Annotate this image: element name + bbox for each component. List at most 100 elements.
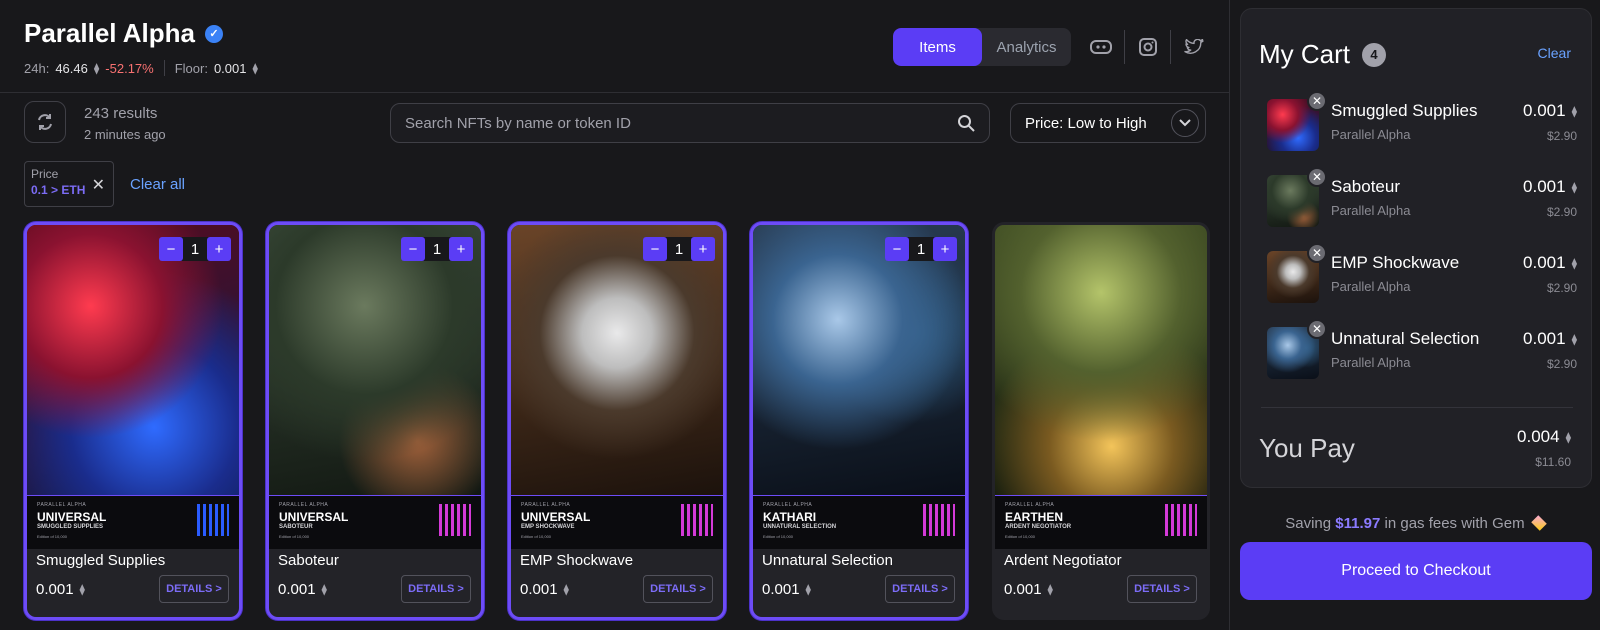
you-pay-label: You Pay [1259, 433, 1355, 463]
stats-divider [163, 60, 165, 76]
quantity-stepper: − 1 + [885, 237, 957, 261]
eth-icon: ⧫ [1571, 333, 1577, 346]
saving-amount: $11.97 [1335, 515, 1381, 532]
sort-label: Price: Low to High [1025, 114, 1147, 132]
card-banner: PARALLEL ALPHA EARTHEN ARDENT NEGOTIATOR… [995, 495, 1207, 549]
last-updated: 2 minutes ago [84, 127, 166, 142]
nft-name: EMP Shockwave [520, 552, 634, 569]
nft-price-value: 0.001 [762, 581, 800, 598]
nft-card[interactable]: − 1 + PARALLEL ALPHA UNIVERSAL SABOTEUR … [266, 222, 484, 620]
refresh-button[interactable] [24, 101, 66, 143]
remove-icon[interactable]: ✕ [1307, 319, 1327, 339]
cart-sidebar: My Cart 4 Clear ✕ Smuggled Supplies Para… [1230, 0, 1600, 630]
instagram-icon[interactable] [1124, 30, 1170, 64]
nft-name: Unnatural Selection [762, 552, 893, 569]
decrement-button[interactable]: − [159, 237, 183, 261]
details-button[interactable]: DETAILS > [1127, 575, 1197, 603]
nft-name: Smuggled Supplies [36, 552, 166, 569]
clear-all-filters-link[interactable]: Clear all [130, 176, 185, 193]
collection-title: Parallel Alpha ✓ [24, 18, 223, 49]
gas-savings-note: Saving $11.97 in gas fees with Gem [1230, 515, 1600, 532]
cart-item-price: 0.001 ⧫ [1523, 177, 1577, 197]
nft-price-value: 0.001 [36, 581, 74, 598]
collection-stats: 24h: 46.46 ⧫ -52.17% Floor: 0.001 ⧫ [24, 60, 258, 76]
quantity-stepper: − 1 + [643, 237, 715, 261]
eth-icon: ⧫ [1047, 584, 1053, 596]
nft-card[interactable]: − 1 + PARALLEL ALPHA UNIVERSAL EMP SHOCK… [508, 222, 726, 620]
eth-icon: ⧫ [321, 584, 327, 596]
increment-button[interactable]: + [691, 237, 715, 261]
cart-total: 0.004 ⧫ [1517, 427, 1571, 447]
eth-icon: ⧫ [252, 62, 258, 75]
search-input[interactable] [405, 114, 957, 132]
main-panel: Parallel Alpha ✓ 24h: 46.46 ⧫ -52.17% Fl… [0, 0, 1230, 630]
nft-name: Ardent Negotiator [1004, 552, 1122, 569]
search-icon[interactable] [957, 114, 975, 132]
nft-card[interactable]: − 1 + PARALLEL ALPHA UNIVERSAL SMUGGLED … [24, 222, 242, 620]
discord-icon[interactable] [1078, 30, 1124, 64]
cart-item: ✕ Smuggled Supplies Parallel Alpha 0.001… [1267, 91, 1577, 155]
quantity-value: 1 [916, 240, 926, 258]
details-button[interactable]: DETAILS > [401, 575, 471, 603]
card-banner: PARALLEL ALPHA UNIVERSAL EMP SHOCKWAVE E… [511, 495, 723, 549]
increment-button[interactable]: + [207, 237, 231, 261]
nft-artwork [995, 225, 1207, 495]
stat-24h-change: -52.17% [105, 60, 154, 76]
cart-item-price-value: 0.001 [1523, 253, 1566, 272]
tab-items[interactable]: Items [893, 28, 982, 66]
cart-item-usd: $2.90 [1546, 357, 1577, 371]
nft-price: 0.001 ⧫ [36, 581, 85, 598]
nft-price-value: 0.001 [520, 581, 558, 598]
cart-title-text: My Cart [1259, 39, 1350, 69]
card-banner: PARALLEL ALPHA UNIVERSAL SABOTEUR Editio… [269, 495, 481, 549]
details-button[interactable]: DETAILS > [159, 575, 229, 603]
nft-card[interactable]: − 1 + PARALLEL ALPHA KATHARI UNNATURAL S… [750, 222, 968, 620]
eth-icon: ⧫ [93, 62, 100, 75]
toolbar: 243 results 2 minutes ago Price: Low to … [0, 101, 1229, 145]
increment-button[interactable]: + [449, 237, 473, 261]
remove-icon[interactable]: ✕ [1307, 91, 1327, 111]
cart-item-collection: Parallel Alpha [1331, 355, 1411, 370]
cart-item-price-value: 0.001 [1523, 177, 1566, 196]
cart-item-price-value: 0.001 [1523, 329, 1566, 348]
cart-item-usd: $2.90 [1546, 205, 1577, 219]
nft-price: 0.001 ⧫ [520, 581, 569, 598]
cart-panel: My Cart 4 Clear ✕ Smuggled Supplies Para… [1240, 8, 1592, 488]
details-button[interactable]: DETAILS > [643, 575, 713, 603]
nft-artwork: − 1 + [27, 225, 239, 495]
increment-button[interactable]: + [933, 237, 957, 261]
stat-floor-label: Floor: [174, 60, 208, 76]
proceed-to-checkout-button[interactable]: Proceed to Checkout [1240, 542, 1592, 600]
tab-analytics[interactable]: Analytics [982, 28, 1071, 66]
eth-icon: ⧫ [563, 584, 569, 596]
cart-item-price-value: 0.001 [1523, 101, 1566, 120]
decrement-button[interactable]: − [401, 237, 425, 261]
details-button[interactable]: DETAILS > [885, 575, 955, 603]
cart-item-collection: Parallel Alpha [1331, 127, 1411, 142]
app: Parallel Alpha ✓ 24h: 46.46 ⧫ -52.17% Fl… [0, 0, 1600, 630]
close-icon[interactable]: ✕ [92, 175, 105, 195]
eth-icon: ⧫ [1571, 257, 1577, 270]
nft-artwork: − 1 + [753, 225, 965, 495]
cart-total-usd: $11.60 [1535, 455, 1571, 469]
twitter-icon[interactable] [1170, 30, 1216, 64]
cart-item-name: Saboteur [1331, 177, 1400, 196]
stat-24h-label: 24h: [24, 60, 50, 76]
collection-header: Parallel Alpha ✓ 24h: 46.46 ⧫ -52.17% Fl… [0, 0, 1229, 93]
eth-icon: ⧫ [1571, 181, 1577, 194]
gem-icon [1530, 515, 1547, 531]
cart-clear-link[interactable]: Clear [1538, 45, 1571, 61]
active-filters: Price 0.1 > ETH ✕ Clear all [24, 161, 185, 207]
remove-icon[interactable]: ✕ [1307, 243, 1327, 263]
cart-item-price: 0.001 ⧫ [1523, 253, 1577, 273]
nft-card[interactable]: PARALLEL ALPHA EARTHEN ARDENT NEGOTIATOR… [992, 222, 1210, 620]
qr-code-icon [439, 504, 471, 536]
sort-dropdown[interactable]: Price: Low to High [1010, 103, 1206, 143]
decrement-button[interactable]: − [643, 237, 667, 261]
decrement-button[interactable]: − [885, 237, 909, 261]
remove-icon[interactable]: ✕ [1307, 167, 1327, 187]
stat-floor-value: 0.001 [213, 60, 247, 76]
chevron-down-icon[interactable] [1171, 109, 1199, 137]
cart-item-name: EMP Shockwave [1331, 253, 1460, 272]
cart-item: ✕ EMP Shockwave Parallel Alpha 0.001 ⧫ $2… [1267, 243, 1577, 307]
